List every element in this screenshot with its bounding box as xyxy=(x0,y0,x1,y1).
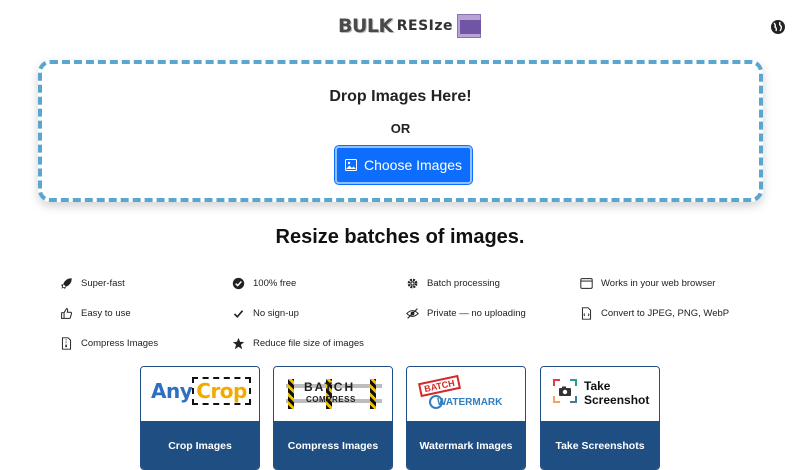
take-screenshot-line2: Screenshot xyxy=(584,393,650,407)
feature-label: Batch processing xyxy=(427,277,500,289)
card-label: Watermark Images xyxy=(407,421,525,469)
thumbs-up-icon xyxy=(61,307,72,319)
feature-item: Compress Images xyxy=(60,334,158,352)
card-take-screenshots[interactable]: Take Screenshot Take Screenshots xyxy=(540,366,660,470)
check-circle-icon xyxy=(232,277,245,289)
gear-icon xyxy=(407,278,418,288)
feature-label: No sign-up xyxy=(253,307,299,319)
feature-label: Private — no uploading xyxy=(427,307,526,319)
eye-slash-icon xyxy=(406,307,419,319)
file-code-icon xyxy=(581,306,592,320)
feature-item: 100% free xyxy=(232,274,296,292)
card-label: Take Screenshots xyxy=(541,421,659,469)
batch-compress-batch-text: BATCH xyxy=(304,380,356,394)
card-crop-images[interactable]: Any Crop Crop Images xyxy=(140,366,260,470)
feature-label: 100% free xyxy=(253,277,297,289)
feature-item: No sign-up xyxy=(232,304,299,322)
logo-resize-text: RESIze xyxy=(396,18,454,34)
feature-item: Private — no uploading xyxy=(406,304,526,322)
card-compress-images[interactable]: BATCH COMPRESS Compress Images xyxy=(273,366,393,470)
feature-label: Works in your web browser xyxy=(601,277,716,289)
batch-compress-compress-text: COMPRESS xyxy=(306,395,356,404)
card-label: Crop Images xyxy=(141,421,259,469)
tool-cards: Any Crop Crop Images BATCH COMPRESS Compr… xyxy=(140,366,660,470)
batch-watermark-logo: BATCH WATERMARK xyxy=(407,367,525,421)
feature-item: Convert to JPEG, PNG, WebP xyxy=(580,304,729,322)
page-headline: Resize batches of images. xyxy=(275,226,525,248)
feature-label: Reduce file size of images xyxy=(253,337,364,349)
feature-label: Convert to JPEG, PNG, WebP xyxy=(601,307,730,319)
batch-compress-logo: BATCH COMPRESS xyxy=(274,367,392,421)
header: BULK RESIze xyxy=(0,0,800,54)
browser-window-icon xyxy=(580,277,593,289)
card-label: Compress Images xyxy=(274,421,392,469)
take-screenshot-logo: Take Screenshot xyxy=(541,367,659,421)
site-logo[interactable]: BULK RESIze xyxy=(338,12,482,40)
camera-frame-icon xyxy=(553,379,577,403)
choose-images-label: Choose Images xyxy=(363,157,463,173)
check-icon xyxy=(233,309,244,318)
logo-badge-icon xyxy=(457,14,482,38)
feature-label: Compress Images xyxy=(81,337,159,349)
anycrop-any-text: Any xyxy=(151,379,193,403)
feature-label: Super-fast xyxy=(81,277,125,289)
take-screenshot-line1: Take xyxy=(584,379,611,393)
feature-item: Easy to use xyxy=(60,304,131,322)
feature-item: Super-fast xyxy=(60,274,125,292)
watermark-batch-text: BATCH xyxy=(417,374,461,398)
star-icon xyxy=(232,337,245,349)
file-zip-icon xyxy=(61,336,72,350)
feature-item: Reduce file size of images xyxy=(232,334,364,352)
feature-label: Easy to use xyxy=(81,307,131,319)
feature-item: Works in your web browser xyxy=(580,274,715,292)
watermark-text: WATERMARK xyxy=(437,397,503,408)
anycrop-crop-text: Crop xyxy=(192,377,251,405)
image-icon xyxy=(344,159,357,171)
feature-item: Batch processing xyxy=(406,274,500,292)
logo-bulk-text: BULK xyxy=(338,15,393,37)
rocket-icon xyxy=(61,277,72,289)
globe-icon[interactable] xyxy=(770,19,786,35)
anycrop-logo: Any Crop xyxy=(141,367,259,421)
drop-or-text: OR xyxy=(390,121,411,136)
drop-zone[interactable]: Drop Images Here! OR Choose Images xyxy=(38,60,763,202)
drop-title: Drop Images Here! xyxy=(329,88,472,105)
card-watermark-images[interactable]: BATCH WATERMARK Watermark Images xyxy=(406,366,526,470)
choose-images-button[interactable]: Choose Images xyxy=(334,145,473,185)
